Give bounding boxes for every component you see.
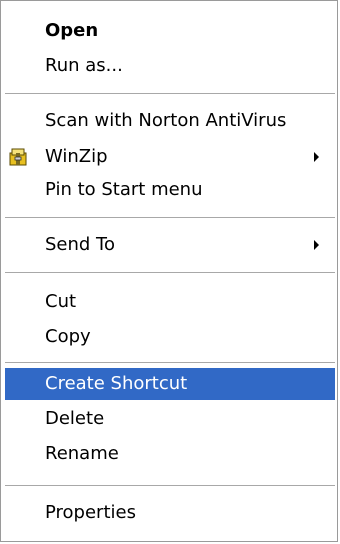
menu-item-label: Cut bbox=[45, 291, 77, 312]
menu-item-label: Rename bbox=[45, 443, 119, 464]
menu-item-rename[interactable]: Rename bbox=[1, 438, 337, 470]
menu-separator bbox=[5, 272, 335, 274]
menu-item-label: Properties bbox=[45, 502, 136, 523]
menu-item-run-as[interactable]: Run as... bbox=[1, 50, 337, 82]
context-menu: Open Run as... Scan with Norton AntiViru… bbox=[0, 0, 338, 542]
menu-separator bbox=[5, 485, 335, 487]
menu-item-label: Scan with Norton AntiVirus bbox=[45, 110, 287, 131]
submenu-arrow-icon bbox=[314, 152, 319, 162]
menu-item-open[interactable]: Open bbox=[1, 15, 337, 47]
winzip-icon bbox=[9, 148, 27, 166]
menu-item-label: WinZip bbox=[45, 146, 108, 167]
menu-separator bbox=[5, 362, 335, 364]
menu-item-pin-to-start[interactable]: Pin to Start menu bbox=[1, 174, 337, 206]
menu-item-label: Create Shortcut bbox=[45, 373, 188, 394]
menu-item-label: Copy bbox=[45, 326, 91, 347]
menu-item-send-to[interactable]: Send To bbox=[1, 229, 337, 261]
menu-item-label: Send To bbox=[45, 234, 116, 255]
menu-item-delete[interactable]: Delete bbox=[1, 403, 337, 435]
submenu-arrow-icon bbox=[314, 240, 319, 250]
menu-separator bbox=[5, 93, 335, 95]
menu-item-properties[interactable]: Properties bbox=[1, 497, 337, 529]
menu-item-label: Delete bbox=[45, 408, 105, 429]
menu-item-label: Open bbox=[45, 20, 99, 41]
menu-item-winzip[interactable]: WinZip bbox=[1, 141, 337, 173]
menu-item-label: Run as... bbox=[45, 55, 123, 76]
menu-item-scan-norton[interactable]: Scan with Norton AntiVirus bbox=[1, 105, 337, 137]
menu-item-cut[interactable]: Cut bbox=[1, 286, 337, 318]
menu-item-copy[interactable]: Copy bbox=[1, 321, 337, 353]
menu-separator bbox=[5, 217, 335, 219]
menu-item-label: Pin to Start menu bbox=[45, 179, 203, 200]
menu-item-create-shortcut[interactable]: Create Shortcut bbox=[5, 368, 335, 400]
